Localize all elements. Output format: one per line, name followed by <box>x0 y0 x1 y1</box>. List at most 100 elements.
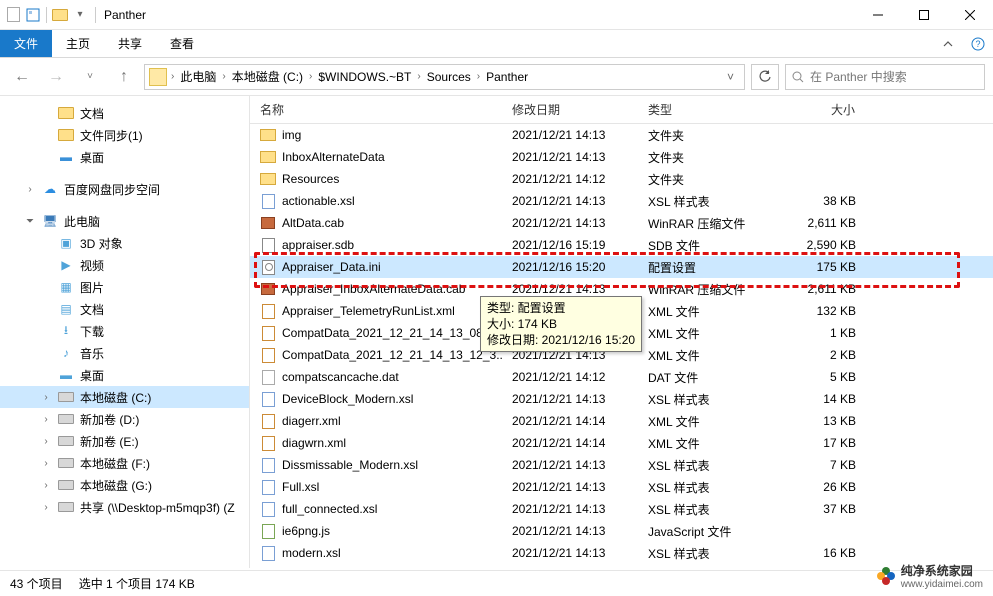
sidebar-item-videos[interactable]: ▶视频 <box>0 254 249 276</box>
file-row[interactable]: ie6png.js2021/12/21 14:13JavaScript 文件 <box>250 520 993 542</box>
column-name[interactable]: 名称 <box>250 101 502 118</box>
sidebar-item-music[interactable]: ♪音乐 <box>0 342 249 364</box>
file-type: XSL 样式表 <box>638 391 756 408</box>
sidebar-item-drive-f[interactable]: ›本地磁盘 (F:) <box>0 452 249 474</box>
column-size[interactable]: 大小 <box>756 101 866 118</box>
file-row[interactable]: actionable.xsl2021/12/21 14:13XSL 样式表38 … <box>250 190 993 212</box>
sidebar-item-3dobjects[interactable]: ▣3D 对象 <box>0 232 249 254</box>
video-icon: ▶ <box>58 257 74 273</box>
file-row[interactable]: img2021/12/21 14:13文件夹 <box>250 124 993 146</box>
tab-view[interactable]: 查看 <box>156 30 208 57</box>
breadcrumb-item[interactable]: 本地磁盘 (C:) <box>230 68 305 85</box>
folder-icon[interactable] <box>51 6 69 24</box>
sidebar-item-drive-e[interactable]: ›新加卷 (E:) <box>0 430 249 452</box>
file-row[interactable]: Dissmissable_Modern.xsl2021/12/21 14:13X… <box>250 454 993 476</box>
file-icon <box>260 237 276 253</box>
file-name: diagerr.xml <box>282 414 341 428</box>
column-date[interactable]: 修改日期 <box>502 101 638 118</box>
file-icon <box>260 523 276 539</box>
sidebar-item-baidu[interactable]: ›☁百度网盘同步空间 <box>0 178 249 200</box>
file-icon <box>260 435 276 451</box>
file-name: Dissmissable_Modern.xsl <box>282 458 418 472</box>
file-name: full_connected.xsl <box>282 502 377 516</box>
file-row[interactable]: diagerr.xml2021/12/21 14:14XML 文件13 KB <box>250 410 993 432</box>
file-icon <box>260 171 276 187</box>
file-name: Appraiser_TelemetryRunList.xml <box>282 304 455 318</box>
status-selection: 选中 1 个项目 174 KB <box>79 575 195 592</box>
maximize-button[interactable] <box>901 0 947 30</box>
forward-button[interactable]: → <box>42 63 70 91</box>
chevron-right-icon[interactable]: › <box>307 71 314 82</box>
file-row[interactable]: appraiser.sdb2021/12/16 15:19SDB 文件2,590… <box>250 234 993 256</box>
file-row[interactable]: diagwrn.xml2021/12/21 14:14XML 文件17 KB <box>250 432 993 454</box>
file-list[interactable]: 名称 修改日期 类型 大小 img2021/12/21 14:13文件夹Inbo… <box>250 96 993 568</box>
file-date: 2021/12/21 14:13 <box>502 546 638 560</box>
breadcrumb-item[interactable]: $WINDOWS.~BT <box>316 70 413 84</box>
column-type[interactable]: 类型 <box>638 101 756 118</box>
chevron-right-icon[interactable]: › <box>475 71 482 82</box>
close-button[interactable] <box>947 0 993 30</box>
breadcrumb-item[interactable]: Sources <box>425 70 473 84</box>
sidebar-item-desktop[interactable]: ▬桌面 <box>0 146 249 168</box>
tab-share[interactable]: 共享 <box>104 30 156 57</box>
breadcrumb-item[interactable]: 此电脑 <box>178 68 218 85</box>
ribbon: 文件 主页 共享 查看 ? <box>0 30 993 58</box>
sidebar-item-pictures[interactable]: ▦图片 <box>0 276 249 298</box>
file-row[interactable]: modern.xsl2021/12/21 14:13XSL 样式表16 KB <box>250 542 993 564</box>
chevron-right-icon[interactable]: › <box>169 71 176 82</box>
address-dropdown-icon[interactable]: ˅ <box>721 70 740 84</box>
properties-icon[interactable] <box>24 6 42 24</box>
file-row[interactable]: Full.xsl2021/12/21 14:13XSL 样式表26 KB <box>250 476 993 498</box>
sidebar-item-thispc[interactable]: ⏷🖥此电脑 <box>0 210 249 232</box>
file-type: XSL 样式表 <box>638 479 756 496</box>
qat-dropdown-icon[interactable]: ▾ <box>71 6 89 24</box>
search-input[interactable]: 在 Panther 中搜索 <box>785 64 985 90</box>
chevron-right-icon[interactable]: › <box>220 71 227 82</box>
breadcrumb[interactable]: › 此电脑 › 本地磁盘 (C:) › $WINDOWS.~BT › Sourc… <box>144 64 745 90</box>
pictures-icon: ▦ <box>58 279 74 295</box>
navigation-pane[interactable]: 文档 文件同步(1) ▬桌面 ›☁百度网盘同步空间 ⏷🖥此电脑 ▣3D 对象 ▶… <box>0 96 250 568</box>
file-type: 文件夹 <box>638 171 756 188</box>
breadcrumb-item[interactable]: Panther <box>484 70 530 84</box>
file-row[interactable]: Resources2021/12/21 14:12文件夹 <box>250 168 993 190</box>
history-dropdown-icon[interactable]: ˅ <box>76 63 104 91</box>
sidebar-item-drive-d[interactable]: ›新加卷 (D:) <box>0 408 249 430</box>
documents-icon: ▤ <box>58 301 74 317</box>
sidebar-item-downloads[interactable]: ⭳下载 <box>0 320 249 342</box>
svg-text:?: ? <box>975 39 980 49</box>
file-type: XML 文件 <box>638 303 756 320</box>
file-name: ie6png.js <box>282 524 330 538</box>
sidebar-item-documents[interactable]: 文档 <box>0 102 249 124</box>
up-button[interactable]: ↑ <box>110 63 138 91</box>
file-row[interactable]: AltData.cab2021/12/21 14:13WinRAR 压缩文件2,… <box>250 212 993 234</box>
file-row[interactable]: Appraiser_Data.ini2021/12/16 15:20配置设置17… <box>250 256 993 278</box>
file-row[interactable]: DeviceBlock_Modern.xsl2021/12/21 14:13XS… <box>250 388 993 410</box>
file-type: XSL 样式表 <box>638 501 756 518</box>
sidebar-item-drive-c[interactable]: ›本地磁盘 (C:) <box>0 386 249 408</box>
file-row[interactable]: compatscancache.dat2021/12/21 14:12DAT 文… <box>250 366 993 388</box>
chevron-right-icon[interactable]: › <box>415 71 422 82</box>
refresh-button[interactable] <box>751 64 779 90</box>
tab-home[interactable]: 主页 <box>52 30 104 57</box>
sidebar-item-desktop[interactable]: ▬桌面 <box>0 364 249 386</box>
sidebar-item-sync[interactable]: 文件同步(1) <box>0 124 249 146</box>
tab-file[interactable]: 文件 <box>0 30 52 57</box>
new-file-icon[interactable] <box>4 6 22 24</box>
file-row[interactable]: full_connected.xsl2021/12/21 14:13XSL 样式… <box>250 498 993 520</box>
file-date: 2021/12/21 14:13 <box>502 458 638 472</box>
minimize-button[interactable] <box>855 0 901 30</box>
drive-icon <box>58 480 74 490</box>
file-size: 13 KB <box>756 414 866 428</box>
sidebar-item-documents[interactable]: ▤文档 <box>0 298 249 320</box>
ribbon-collapse-icon[interactable] <box>933 30 963 57</box>
quick-access-toolbar: ▾ <box>0 6 93 24</box>
file-row[interactable]: InboxAlternateData2021/12/21 14:13文件夹 <box>250 146 993 168</box>
file-size: 7 KB <box>756 458 866 472</box>
drive-icon <box>58 436 74 446</box>
sidebar-item-drive-g[interactable]: ›本地磁盘 (G:) <box>0 474 249 496</box>
sidebar-item-network-share[interactable]: ›共享 (\\Desktop-m5mqp3f) (Z <box>0 496 249 518</box>
help-icon[interactable]: ? <box>963 30 993 57</box>
back-button[interactable]: ← <box>8 63 36 91</box>
file-icon <box>260 325 276 341</box>
file-name: Resources <box>282 172 339 186</box>
